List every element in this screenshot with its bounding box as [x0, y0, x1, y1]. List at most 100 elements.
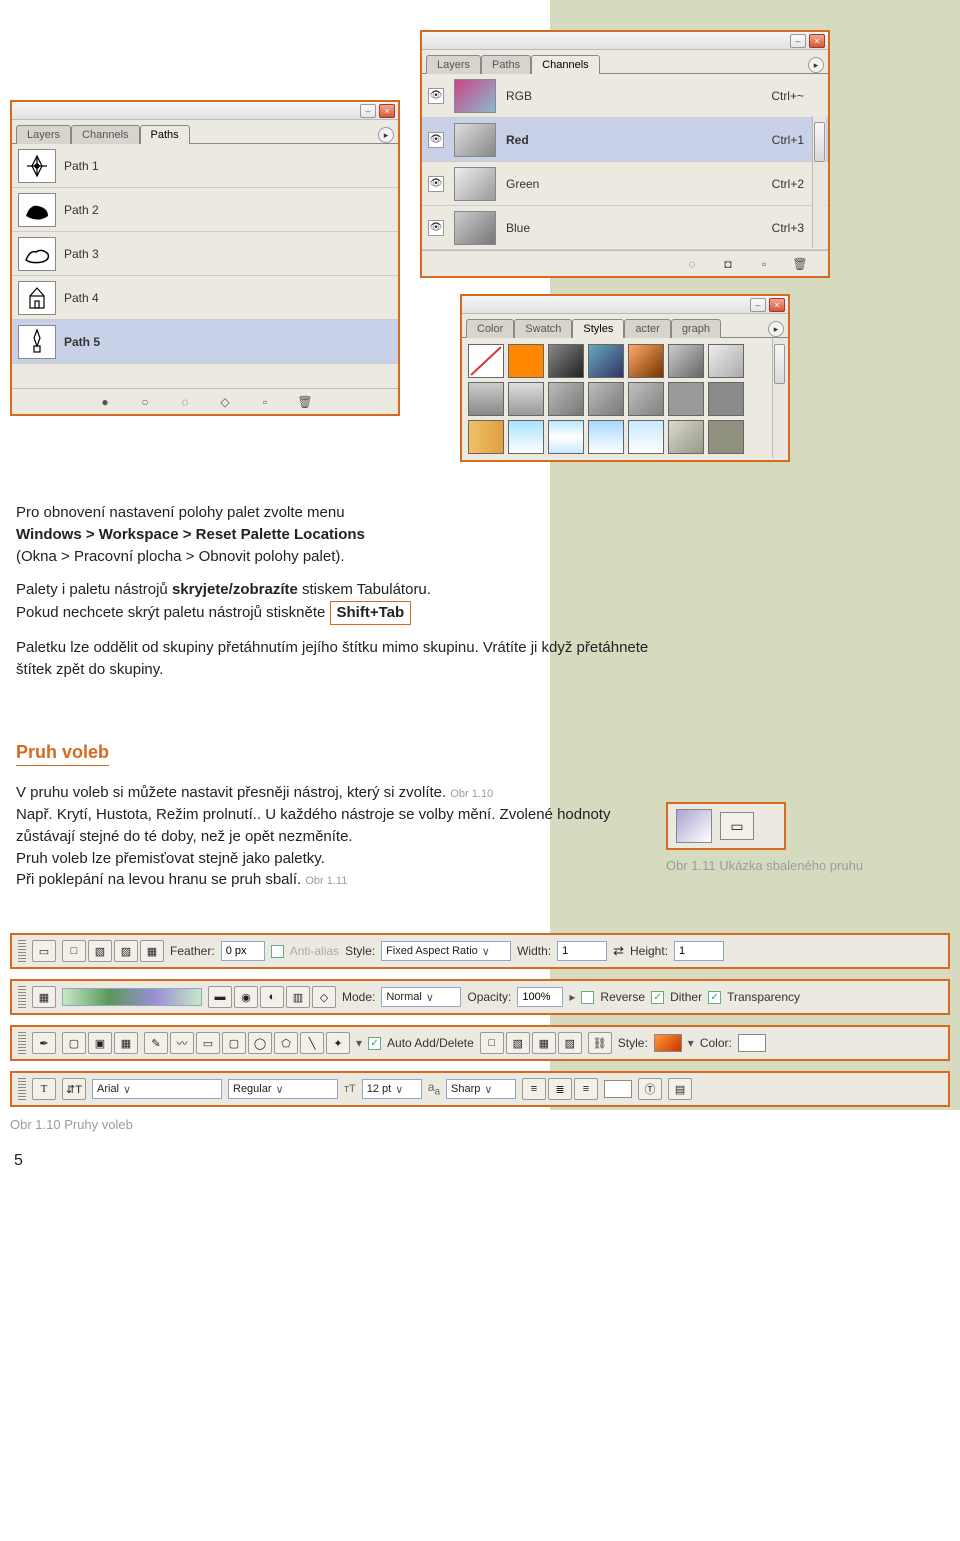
palette-menu-icon[interactable]: ▸	[378, 127, 394, 143]
align-left-icon[interactable]: ≡	[522, 1078, 546, 1100]
visibility-eye-icon[interactable]: 👁	[428, 132, 444, 148]
marquee-tool-icon[interactable]: ▭	[32, 940, 56, 962]
visibility-eye-icon[interactable]: 👁	[428, 88, 444, 104]
style-swatch[interactable]	[628, 382, 664, 416]
scrollbar[interactable]	[812, 116, 826, 248]
path-row[interactable]: Path 5	[12, 320, 398, 364]
palette-menu-icon[interactable]: ▸	[808, 57, 824, 73]
feather-input[interactable]	[221, 941, 265, 961]
tab-channels[interactable]: Channels	[531, 55, 599, 74]
close-button[interactable]: ×	[379, 104, 395, 118]
trash-icon[interactable]: 🗑	[792, 256, 808, 272]
channel-row-rgb[interactable]: 👁 RGB Ctrl+~	[422, 74, 828, 118]
style-swatch[interactable]	[548, 344, 584, 378]
path-row[interactable]: Path 2	[12, 188, 398, 232]
collapsed-optbar[interactable]: ▭	[666, 802, 786, 850]
close-button[interactable]: ×	[809, 34, 825, 48]
style-swatch[interactable]	[508, 344, 544, 378]
tab-paths[interactable]: Paths	[481, 55, 531, 74]
ellipse-icon[interactable]: ◯	[248, 1032, 272, 1054]
path-row[interactable]: Path 3	[12, 232, 398, 276]
link-icon[interactable]: ⛓	[588, 1032, 612, 1054]
freeform-pen-icon[interactable]: 〰	[170, 1032, 194, 1054]
minimize-button[interactable]: –	[360, 104, 376, 118]
load-selection-icon[interactable]: ◌	[177, 394, 193, 410]
orientation-icon[interactable]: ⇵T	[62, 1078, 86, 1100]
dither-checkbox[interactable]: ✓	[651, 991, 664, 1004]
combine-sub-icon[interactable]: ▧	[506, 1032, 530, 1054]
new-selection-icon[interactable]: □	[62, 940, 86, 962]
grip-handle[interactable]	[18, 986, 26, 1008]
palettes-icon[interactable]: ▤	[668, 1078, 692, 1100]
make-path-icon[interactable]: ◇	[217, 394, 233, 410]
style-swatch[interactable]	[468, 344, 504, 378]
add-selection-icon[interactable]: ▧	[88, 940, 112, 962]
warp-text-icon[interactable]: Ⓣ	[638, 1078, 662, 1100]
gradient-preview[interactable]	[62, 988, 202, 1006]
style-swatch[interactable]	[548, 382, 584, 416]
style-swatch[interactable]	[588, 344, 624, 378]
paths-icon[interactable]: ▣	[88, 1032, 112, 1054]
align-right-icon[interactable]: ≡	[574, 1078, 598, 1100]
type-tool-icon[interactable]: T	[32, 1078, 56, 1100]
visibility-eye-icon[interactable]: 👁	[428, 176, 444, 192]
reflected-gradient-icon[interactable]: ▥	[286, 986, 310, 1008]
font-weight-select[interactable]: Regular	[228, 1079, 338, 1099]
line-icon[interactable]: ╲	[300, 1032, 324, 1054]
transparency-checkbox[interactable]: ✓	[708, 991, 721, 1004]
opacity-input[interactable]	[517, 987, 563, 1007]
minimize-button[interactable]: –	[750, 298, 766, 312]
swap-wh-icon[interactable]: ⇄	[613, 943, 624, 959]
angle-gradient-icon[interactable]: ◐	[260, 986, 284, 1008]
color-swatch[interactable]	[738, 1034, 766, 1052]
text-color-swatch[interactable]	[604, 1080, 632, 1098]
style-swatch[interactable]	[668, 420, 704, 454]
trash-icon[interactable]: 🗑	[297, 394, 313, 410]
gradient-tool-icon[interactable]: ▦	[32, 986, 56, 1008]
tab-color[interactable]: Color	[466, 319, 514, 338]
style-swatch[interactable]	[668, 382, 704, 416]
radial-gradient-icon[interactable]: ◉	[234, 986, 258, 1008]
new-channel-icon[interactable]: ▫	[756, 256, 772, 272]
titlebar[interactable]: – ×	[12, 102, 398, 120]
save-selection-icon[interactable]: ◘	[720, 256, 736, 272]
load-selection-icon[interactable]: ◌	[684, 256, 700, 272]
tab-layers[interactable]: Layers	[426, 55, 481, 74]
minimize-button[interactable]: –	[790, 34, 806, 48]
style-swatch[interactable]	[708, 382, 744, 416]
tab-layers[interactable]: Layers	[16, 125, 71, 144]
channel-row-red[interactable]: 👁 Red Ctrl+1	[422, 118, 828, 162]
close-button[interactable]: ×	[769, 298, 785, 312]
path-row[interactable]: Path 4	[12, 276, 398, 320]
tab-character[interactable]: acter	[624, 319, 670, 338]
rounded-rect-icon[interactable]: ▢	[222, 1032, 246, 1054]
style-swatch[interactable]	[668, 344, 704, 378]
titlebar[interactable]: – ×	[462, 296, 788, 314]
linear-gradient-icon[interactable]: ▬	[208, 986, 232, 1008]
mode-select[interactable]: Normal	[381, 987, 461, 1007]
channel-row-blue[interactable]: 👁 Blue Ctrl+3	[422, 206, 828, 250]
width-input[interactable]	[557, 941, 607, 961]
grip-handle[interactable]	[18, 940, 26, 962]
rectangle-icon[interactable]: ▭	[196, 1032, 220, 1054]
visibility-eye-icon[interactable]: 👁	[428, 220, 444, 236]
height-input[interactable]	[674, 941, 724, 961]
combine-int-icon[interactable]: ▦	[532, 1032, 556, 1054]
antialias-select[interactable]: Sharp	[446, 1079, 516, 1099]
path-row[interactable]: Path 1	[12, 144, 398, 188]
align-center-icon[interactable]: ≣	[548, 1078, 572, 1100]
style-swatch[interactable]	[708, 420, 744, 454]
grip-handle[interactable]	[18, 1078, 26, 1100]
new-path-icon[interactable]: ▫	[257, 394, 273, 410]
auto-add-delete-checkbox[interactable]: ✓	[368, 1037, 381, 1050]
combine-add-icon[interactable]: □	[480, 1032, 504, 1054]
style-select[interactable]: Fixed Aspect Ratio	[381, 941, 511, 961]
shape-layer-icon[interactable]: ▢	[62, 1032, 86, 1054]
style-swatch[interactable]	[708, 344, 744, 378]
custom-shape-icon[interactable]: ✦	[326, 1032, 350, 1054]
fill-pixels-icon[interactable]: ▦	[114, 1032, 138, 1054]
tab-swatches[interactable]: Swatch	[514, 319, 572, 338]
style-swatch[interactable]	[588, 420, 624, 454]
titlebar[interactable]: – ×	[422, 32, 828, 50]
font-family-select[interactable]: Arial	[92, 1079, 222, 1099]
